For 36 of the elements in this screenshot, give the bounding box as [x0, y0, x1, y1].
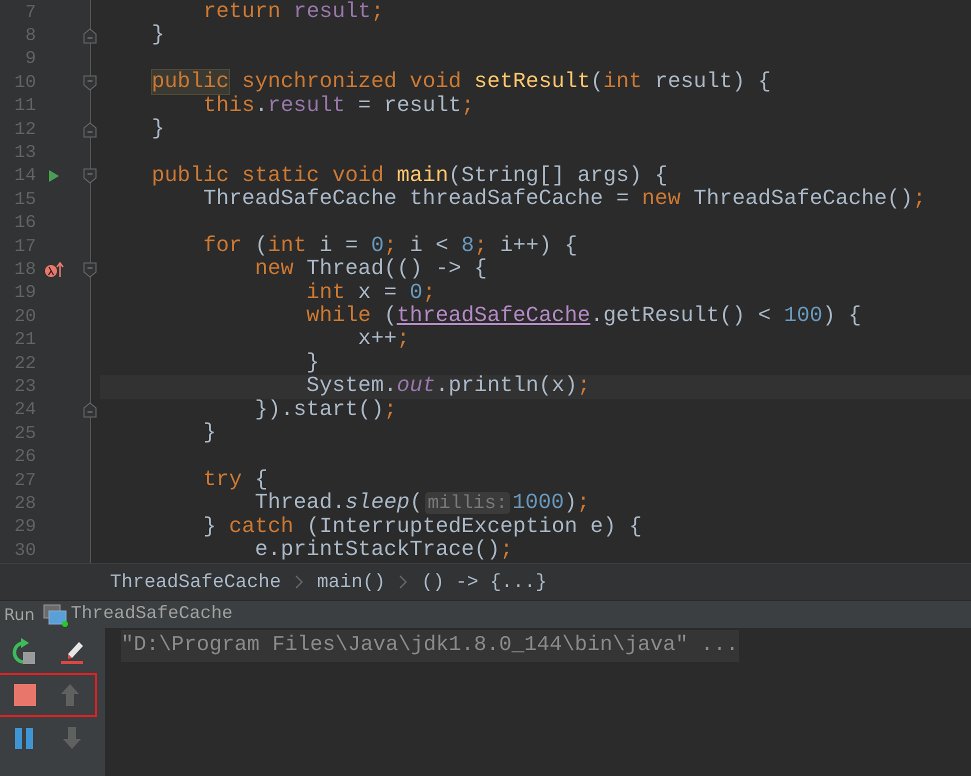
code-line: for (int i = 0; i < 8; i++) {: [202, 234, 578, 258]
code-line: }: [150, 116, 165, 141]
code-line: Thread.sleep( millis: 1000);: [254, 491, 590, 516]
code-line: e.printStackTrace();: [254, 538, 513, 562]
chevron-icon: [295, 575, 304, 589]
breadcrumb-item[interactable]: ThreadSafeCache: [110, 568, 282, 596]
fold-icon[interactable]: [83, 122, 97, 138]
run-tab[interactable]: ThreadSafeCache: [42, 601, 233, 628]
code-line: while (threadSafeCache.getResult() < 100) {: [305, 304, 862, 328]
code-line: System.out.println(x);: [305, 374, 590, 398]
code-line: }: [305, 350, 320, 375]
code-line: new Thread(() -> {: [254, 257, 488, 282]
breadcrumb-item[interactable]: () -> {...}: [421, 568, 547, 596]
fold-icon[interactable]: [83, 262, 97, 278]
code-line: this.result = result;: [202, 94, 474, 118]
fold-icon[interactable]: [83, 74, 97, 91]
code-line: try {: [202, 468, 268, 492]
code-line: }: [150, 23, 165, 48]
breadcrumb-item[interactable]: main(): [317, 568, 386, 596]
code-line: return result;: [202, 0, 384, 24]
code-line: public static void main(String[] args) {: [150, 164, 668, 188]
fold-icon[interactable]: [83, 402, 97, 418]
code-line: }: [202, 421, 216, 446]
code-line: public synchronized void setResult(int result) {: [150, 70, 771, 94]
fold-icon[interactable]: [83, 168, 97, 184]
chevron-icon: [399, 575, 408, 589]
code-line: int x = 0;: [305, 280, 436, 305]
code-line: } catch (InterruptedException e) {: [202, 514, 642, 539]
code-line: x++;: [357, 327, 410, 352]
breakpoint-icon[interactable]: [44, 262, 64, 278]
window-icon: [42, 602, 69, 626]
code-line: }).start();: [254, 398, 397, 422]
code-line: ThreadSafeCache threadSafeCache = new ThreadSafeCache();: [202, 187, 926, 212]
fold-icon[interactable]: [83, 28, 97, 44]
run-icon[interactable]: [48, 169, 60, 184]
panel-title: Run: [4, 604, 35, 626]
